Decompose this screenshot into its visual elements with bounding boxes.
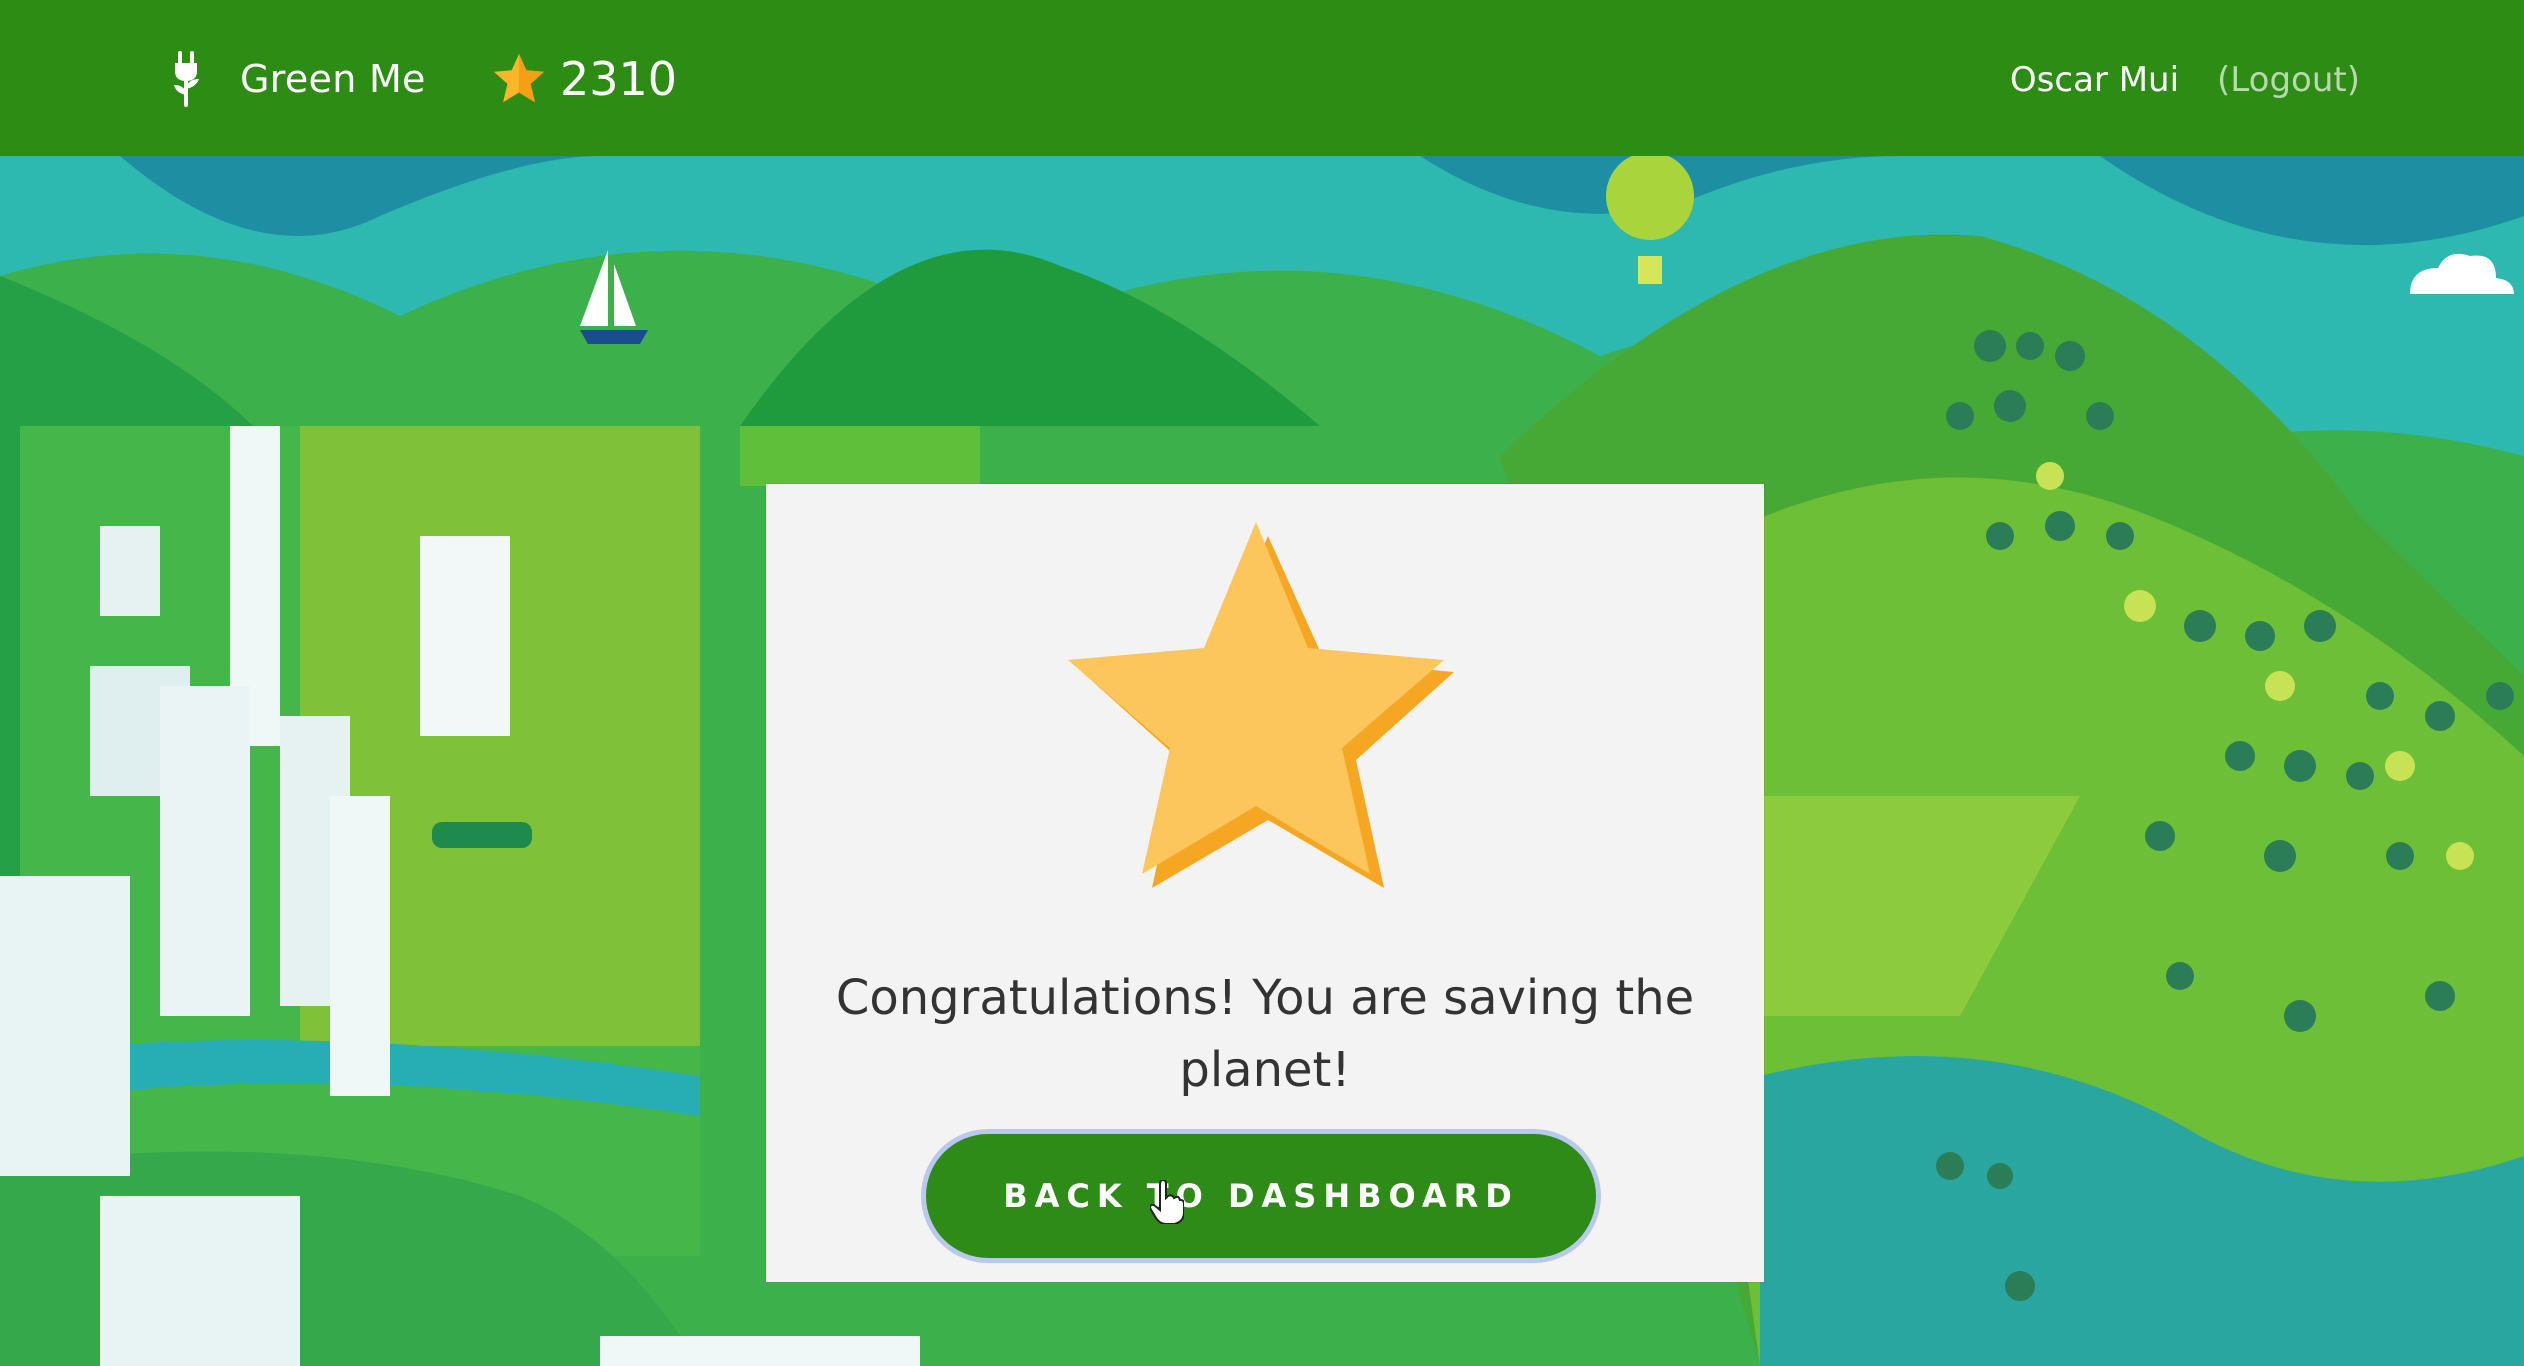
app-name: Green Me [240, 57, 426, 101]
congratulations-message: Congratulations! You are saving the plan… [835, 970, 1695, 1098]
large-star-icon [1068, 522, 1454, 888]
back-to-dashboard-button[interactable]: BACK TO DASHBOARD [926, 1134, 1596, 1258]
points-value: 2310 [560, 52, 678, 106]
user-name: Oscar Mui [2009, 60, 2180, 100]
hand-cursor-icon [1150, 1180, 1184, 1224]
star-icon [493, 53, 545, 103]
plug-leaf-icon [174, 51, 199, 107]
logout-link[interactable]: (Logout) [2217, 60, 2360, 100]
top-navigation-bar: Green Me 2310 Oscar Mui (Logout) [0, 0, 2524, 156]
user-menu: Oscar Mui (Logout) [2010, 54, 2360, 106]
congratulations-dialog: Congratulations! You are saving the plan… [766, 484, 1764, 1282]
points-display: 2310 [490, 46, 677, 112]
brand[interactable]: Green Me [170, 48, 426, 110]
